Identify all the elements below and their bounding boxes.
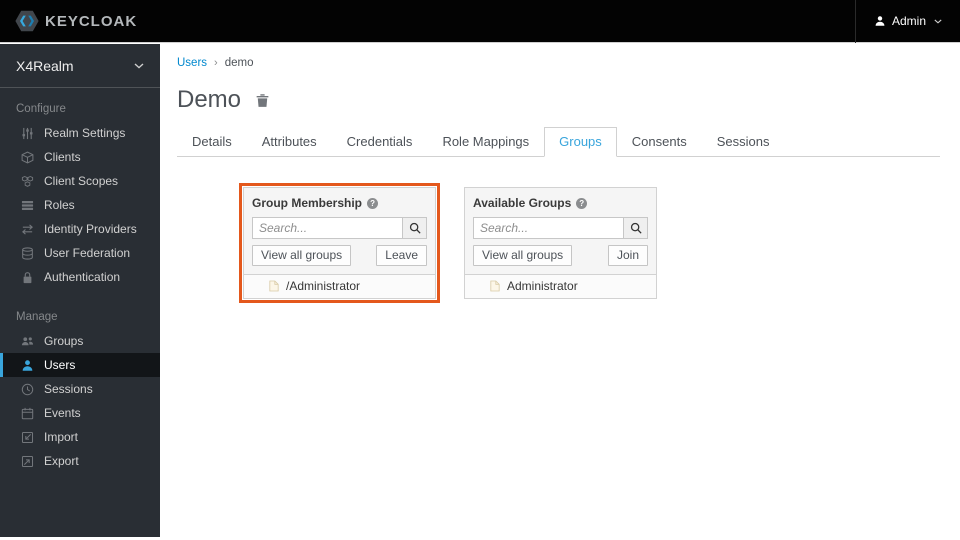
search-icon[interactable] (624, 217, 648, 239)
group-item-label: /Administrator (286, 279, 361, 293)
cube-icon (20, 150, 34, 164)
sidebar-item-label: Groups (44, 334, 84, 348)
sidebar-item-user-federation[interactable]: User Federation (0, 241, 160, 265)
available-groups-panel: Available Groups View all groups Join (464, 187, 657, 299)
tab-consents[interactable]: Consents (617, 127, 702, 157)
exchange-icon (20, 222, 34, 236)
top-header: KEYCLOAK Admin (0, 0, 960, 43)
clock-icon (20, 382, 34, 396)
sidebar-item-label: User Federation (44, 246, 131, 260)
sidebar: X4Realm Configure Realm Settings Clients… (0, 44, 160, 537)
sidebar-item-clients[interactable]: Clients (0, 145, 160, 169)
database-icon (20, 246, 34, 260)
sidebar-item-roles[interactable]: Roles (0, 193, 160, 217)
sidebar-item-sessions[interactable]: Sessions (0, 377, 160, 401)
sidebar-item-label: Import (44, 430, 79, 444)
file-icon (490, 280, 500, 292)
group-membership-title: Group Membership (252, 196, 363, 210)
breadcrumb-current: demo (224, 57, 254, 69)
list-icon (20, 198, 34, 212)
tab-attributes[interactable]: Attributes (247, 127, 332, 157)
trash-icon[interactable] (255, 93, 270, 108)
sidebar-item-events[interactable]: Events (0, 401, 160, 425)
sidebar-item-users[interactable]: Users (0, 353, 160, 377)
sidebar-item-label: Roles (44, 198, 75, 212)
leave-button[interactable]: Leave (376, 245, 427, 266)
breadcrumb: Users › demo (177, 57, 940, 69)
import-icon (20, 430, 34, 444)
realm-selector[interactable]: X4Realm (0, 44, 160, 88)
tab-groups[interactable]: Groups (544, 127, 617, 157)
group-icon (20, 334, 34, 348)
calendar-icon (20, 406, 34, 420)
help-icon (576, 197, 588, 209)
available-groups-title: Available Groups (473, 196, 572, 210)
sidebar-item-label: Clients (44, 150, 81, 164)
sidebar-item-groups[interactable]: Groups (0, 329, 160, 353)
cubes-icon (20, 174, 34, 188)
tab-bar: Details Attributes Credentials Role Mapp… (177, 127, 940, 157)
breadcrumb-separator: › (214, 57, 218, 69)
realm-name: X4Realm (16, 57, 74, 74)
export-icon (20, 454, 34, 468)
user-icon (20, 358, 34, 372)
section-label-manage: Manage (16, 311, 58, 323)
sidebar-item-label: Export (44, 454, 79, 468)
sidebar-item-authentication[interactable]: Authentication (0, 265, 160, 289)
sidebar-item-label: Users (44, 358, 76, 372)
sidebar-item-label: Client Scopes (44, 174, 119, 188)
tab-sessions[interactable]: Sessions (702, 127, 785, 157)
help-icon (367, 197, 379, 209)
brand-title: KEYCLOAK (45, 12, 138, 30)
group-item-administrator[interactable]: /Administrator (269, 279, 427, 293)
tab-credentials[interactable]: Credentials (332, 127, 428, 157)
search-icon[interactable] (403, 217, 427, 239)
view-all-groups-button[interactable]: View all groups (252, 245, 352, 266)
tab-role-mappings[interactable]: Role Mappings (427, 127, 544, 157)
sidebar-item-label: Sessions (44, 382, 93, 396)
sidebar-item-label: Realm Settings (44, 126, 126, 140)
sidebar-item-identity-providers[interactable]: Identity Providers (0, 217, 160, 241)
page-title: Demo (177, 86, 242, 113)
chevron-down-icon (134, 62, 144, 69)
breadcrumb-users-link[interactable]: Users (177, 57, 207, 69)
group-item-administrator[interactable]: Administrator (490, 279, 648, 293)
sidebar-item-export[interactable]: Export (0, 449, 160, 473)
main-content: Users › demo Demo Details Attributes Cre… (160, 44, 960, 540)
keycloak-logo: KEYCLOAK (0, 10, 137, 32)
group-membership-search-input[interactable] (252, 217, 403, 239)
section-label-configure: Configure (16, 103, 66, 115)
sidebar-item-import[interactable]: Import (0, 425, 160, 449)
sidebar-item-realm-settings[interactable]: Realm Settings (0, 121, 160, 145)
user-icon (874, 15, 886, 27)
join-button[interactable]: Join (607, 245, 648, 266)
user-menu-label: Admin (891, 14, 926, 28)
sidebar-item-label: Authentication (44, 270, 121, 284)
user-menu[interactable]: Admin (854, 0, 958, 43)
sidebar-item-client-scopes[interactable]: Client Scopes (0, 169, 160, 193)
group-item-label: Administrator (507, 279, 578, 293)
keycloak-hexagon-icon (15, 10, 39, 32)
view-all-groups-button[interactable]: View all groups (473, 245, 573, 266)
chevron-down-icon (934, 18, 942, 24)
sliders-icon (20, 126, 34, 140)
group-membership-panel: Group Membership View all groups Leave (239, 183, 440, 303)
file-icon (269, 280, 279, 292)
available-groups-search-input[interactable] (473, 217, 624, 239)
sidebar-item-label: Events (44, 406, 81, 420)
tab-details[interactable]: Details (177, 127, 247, 157)
sidebar-item-label: Identity Providers (44, 222, 137, 236)
lock-icon (20, 270, 34, 284)
